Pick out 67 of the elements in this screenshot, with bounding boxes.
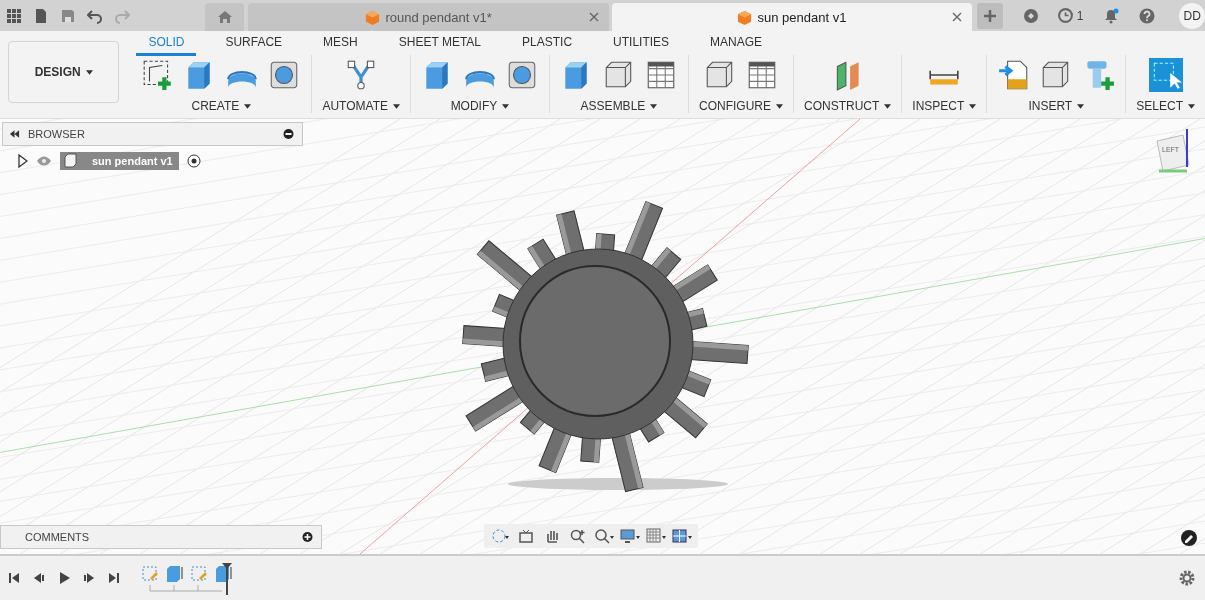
undo-icon[interactable] xyxy=(87,7,103,24)
document-tab[interactable]: round pendant v1* xyxy=(248,3,609,31)
caret-icon xyxy=(884,104,892,110)
new-tab-button[interactable] xyxy=(977,2,1003,29)
step-back-icon[interactable] xyxy=(33,572,45,584)
activate-radio-icon[interactable] xyxy=(186,154,201,168)
caret-icon xyxy=(969,104,977,110)
caret-icon xyxy=(85,70,93,76)
group-menu[interactable]: CREATE xyxy=(191,99,252,113)
ribbon-tab[interactable]: PLASTIC xyxy=(510,30,585,56)
look-at-icon[interactable] xyxy=(516,528,536,544)
grid-settings-icon[interactable] xyxy=(646,528,666,544)
cube-icon xyxy=(365,9,381,25)
plus-icon xyxy=(981,7,998,24)
caret-icon xyxy=(1077,104,1085,110)
browser-title: BROWSER xyxy=(28,128,86,140)
minimize-icon[interactable] xyxy=(283,129,294,139)
skip-to-start-icon[interactable] xyxy=(8,572,20,584)
close-icon[interactable] xyxy=(588,12,599,22)
home-icon xyxy=(216,9,233,25)
file-icon[interactable] xyxy=(33,7,49,24)
component-item[interactable]: sun pendant v1 xyxy=(60,152,179,170)
settings-icon[interactable] xyxy=(1179,570,1195,586)
visibility-eye-icon[interactable] xyxy=(36,156,52,166)
comments-title: COMMENTS xyxy=(25,531,91,543)
ribbon-tab[interactable]: SHEET METAL xyxy=(386,30,494,56)
add-comment-icon[interactable] xyxy=(302,532,313,542)
grid-menu-icon[interactable] xyxy=(6,7,22,24)
caret-icon xyxy=(775,104,783,110)
help-icon[interactable] xyxy=(1139,7,1156,24)
save-icon[interactable] xyxy=(60,7,76,24)
ribbon-tab[interactable]: MESH xyxy=(311,30,370,56)
caret-icon xyxy=(650,104,658,110)
skip-to-end-icon[interactable] xyxy=(108,572,120,584)
close-icon[interactable] xyxy=(952,12,963,22)
ribbon-tab[interactable]: SURFACE xyxy=(213,30,295,56)
document-tab[interactable]: sun pendant v1 xyxy=(611,3,973,31)
group-menu[interactable]: INSERT xyxy=(1028,99,1085,113)
group-menu[interactable]: CONSTRUCT xyxy=(803,99,892,113)
caret-icon xyxy=(1188,104,1195,110)
caret-icon xyxy=(244,104,252,110)
expand-arrow-icon[interactable] xyxy=(18,154,28,168)
group-menu[interactable]: SELECT xyxy=(1136,99,1195,113)
ribbon-tab[interactable]: UTILITIES xyxy=(601,30,682,56)
step-forward-icon[interactable] xyxy=(83,572,95,584)
workspace-menu[interactable]: DESIGN xyxy=(8,41,120,103)
notification-bell-icon[interactable] xyxy=(1103,7,1120,24)
viewports-icon[interactable] xyxy=(672,528,692,544)
group-menu[interactable]: CONFIGURE xyxy=(698,99,783,113)
home-tab[interactable] xyxy=(205,3,245,31)
display-settings-icon[interactable] xyxy=(620,528,640,544)
zoom-icon[interactable] xyxy=(568,528,588,544)
group-menu[interactable]: MODIFY xyxy=(450,99,510,113)
caret-icon xyxy=(392,104,400,110)
cube-icon xyxy=(737,9,753,25)
ribbon-tab[interactable]: MANAGE xyxy=(698,30,775,56)
group-menu[interactable]: AUTOMATE xyxy=(322,99,400,113)
orbit-icon[interactable] xyxy=(490,528,510,544)
play-icon[interactable] xyxy=(58,572,70,584)
group-menu[interactable]: INSPECT xyxy=(912,99,977,113)
select-icon[interactable] xyxy=(1148,58,1183,92)
collapse-icon[interactable] xyxy=(9,129,20,139)
group-menu[interactable]: ASSEMBLE xyxy=(580,99,658,113)
fit-zoom-icon[interactable] xyxy=(594,528,614,544)
ribbon-tab[interactable]: SOLID xyxy=(136,30,197,56)
user-avatar[interactable]: DD xyxy=(1179,2,1205,29)
caret-icon xyxy=(502,104,510,110)
